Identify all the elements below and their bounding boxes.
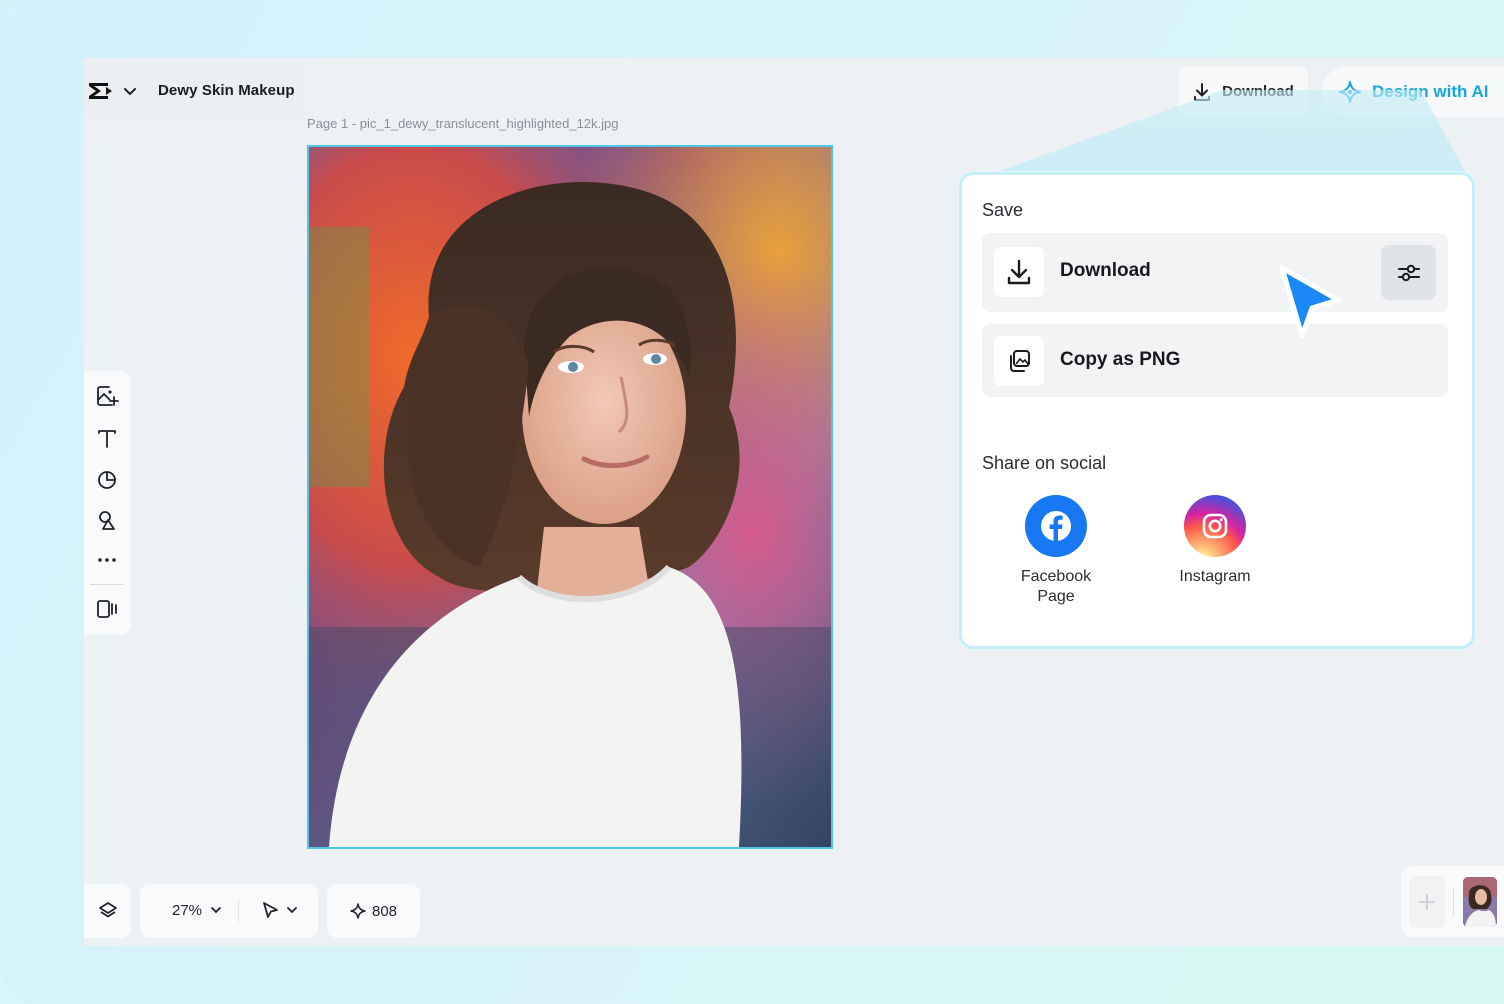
facebook-label-line2: Page	[1037, 588, 1075, 605]
add-page-button[interactable]	[1409, 876, 1445, 928]
canvas-image[interactable]	[307, 145, 833, 849]
credits-count: 808	[371, 902, 398, 920]
instagram-icon	[1184, 495, 1246, 557]
zoom-divider	[238, 900, 239, 922]
elements-icon[interactable]	[93, 506, 121, 534]
left-toolbar	[84, 371, 131, 635]
share-facebook-button[interactable]: Facebook Page	[996, 495, 1116, 607]
zoom-level[interactable]: 27%	[172, 902, 202, 919]
download-option[interactable]: Download	[982, 233, 1448, 312]
copy-image-icon	[994, 336, 1044, 386]
zoom-controls: 27%	[140, 884, 318, 938]
copy-as-png-option[interactable]: Copy as PNG	[982, 324, 1448, 397]
download-icon	[994, 247, 1044, 297]
project-bar: Dewy Skin Makeup	[84, 65, 306, 117]
download-option-label: Download	[1060, 260, 1151, 281]
chevron-down-icon[interactable]	[122, 81, 138, 101]
shapes-icon[interactable]	[93, 465, 121, 493]
more-icon[interactable]	[93, 546, 121, 574]
export-panel: Save Download Copy as PNG Share on socia…	[959, 172, 1475, 649]
text-icon[interactable]	[93, 424, 121, 452]
sliders-icon	[1397, 264, 1420, 281]
credits-button[interactable]: 808	[327, 884, 420, 938]
thumbnail-divider	[1453, 888, 1454, 916]
portrait-photo	[309, 147, 831, 847]
copy-as-png-label: Copy as PNG	[1060, 349, 1181, 370]
instagram-label-line1: Instagram	[1179, 568, 1251, 585]
share-heading: Share on social	[982, 453, 1107, 473]
page-thumbnail[interactable]	[1463, 877, 1497, 927]
share-instagram-button[interactable]: Instagram	[1155, 495, 1275, 587]
chevron-down-icon[interactable]	[286, 904, 298, 916]
app-frame: Dewy Skin Makeup Page 1 - pic_1_dewy_tra…	[0, 0, 1504, 1004]
layers-button[interactable]	[84, 884, 131, 938]
sparkle-icon	[350, 903, 366, 919]
save-heading: Save	[982, 200, 1024, 220]
facebook-label: Facebook Page	[996, 567, 1116, 607]
page-label: Page 1 - pic_1_dewy_translucent_highligh…	[307, 116, 619, 131]
plus-icon	[1419, 894, 1435, 910]
panel-toggle-icon[interactable]	[93, 595, 121, 623]
facebook-icon	[1025, 495, 1087, 557]
page-thumbnails	[1401, 866, 1504, 937]
pointer-tool-icon[interactable]	[260, 900, 280, 920]
facebook-label-line1: Facebook	[1020, 568, 1092, 585]
layers-icon	[98, 902, 117, 918]
chevron-down-icon[interactable]	[210, 904, 222, 916]
download-settings-button[interactable]	[1381, 245, 1436, 300]
add-image-icon[interactable]	[93, 382, 121, 410]
project-title[interactable]: Dewy Skin Makeup	[158, 82, 295, 99]
instagram-label: Instagram	[1155, 567, 1275, 587]
capcut-logo-icon[interactable]	[86, 79, 114, 103]
toolbar-divider	[90, 584, 124, 585]
mouse-cursor-icon	[1279, 265, 1341, 339]
